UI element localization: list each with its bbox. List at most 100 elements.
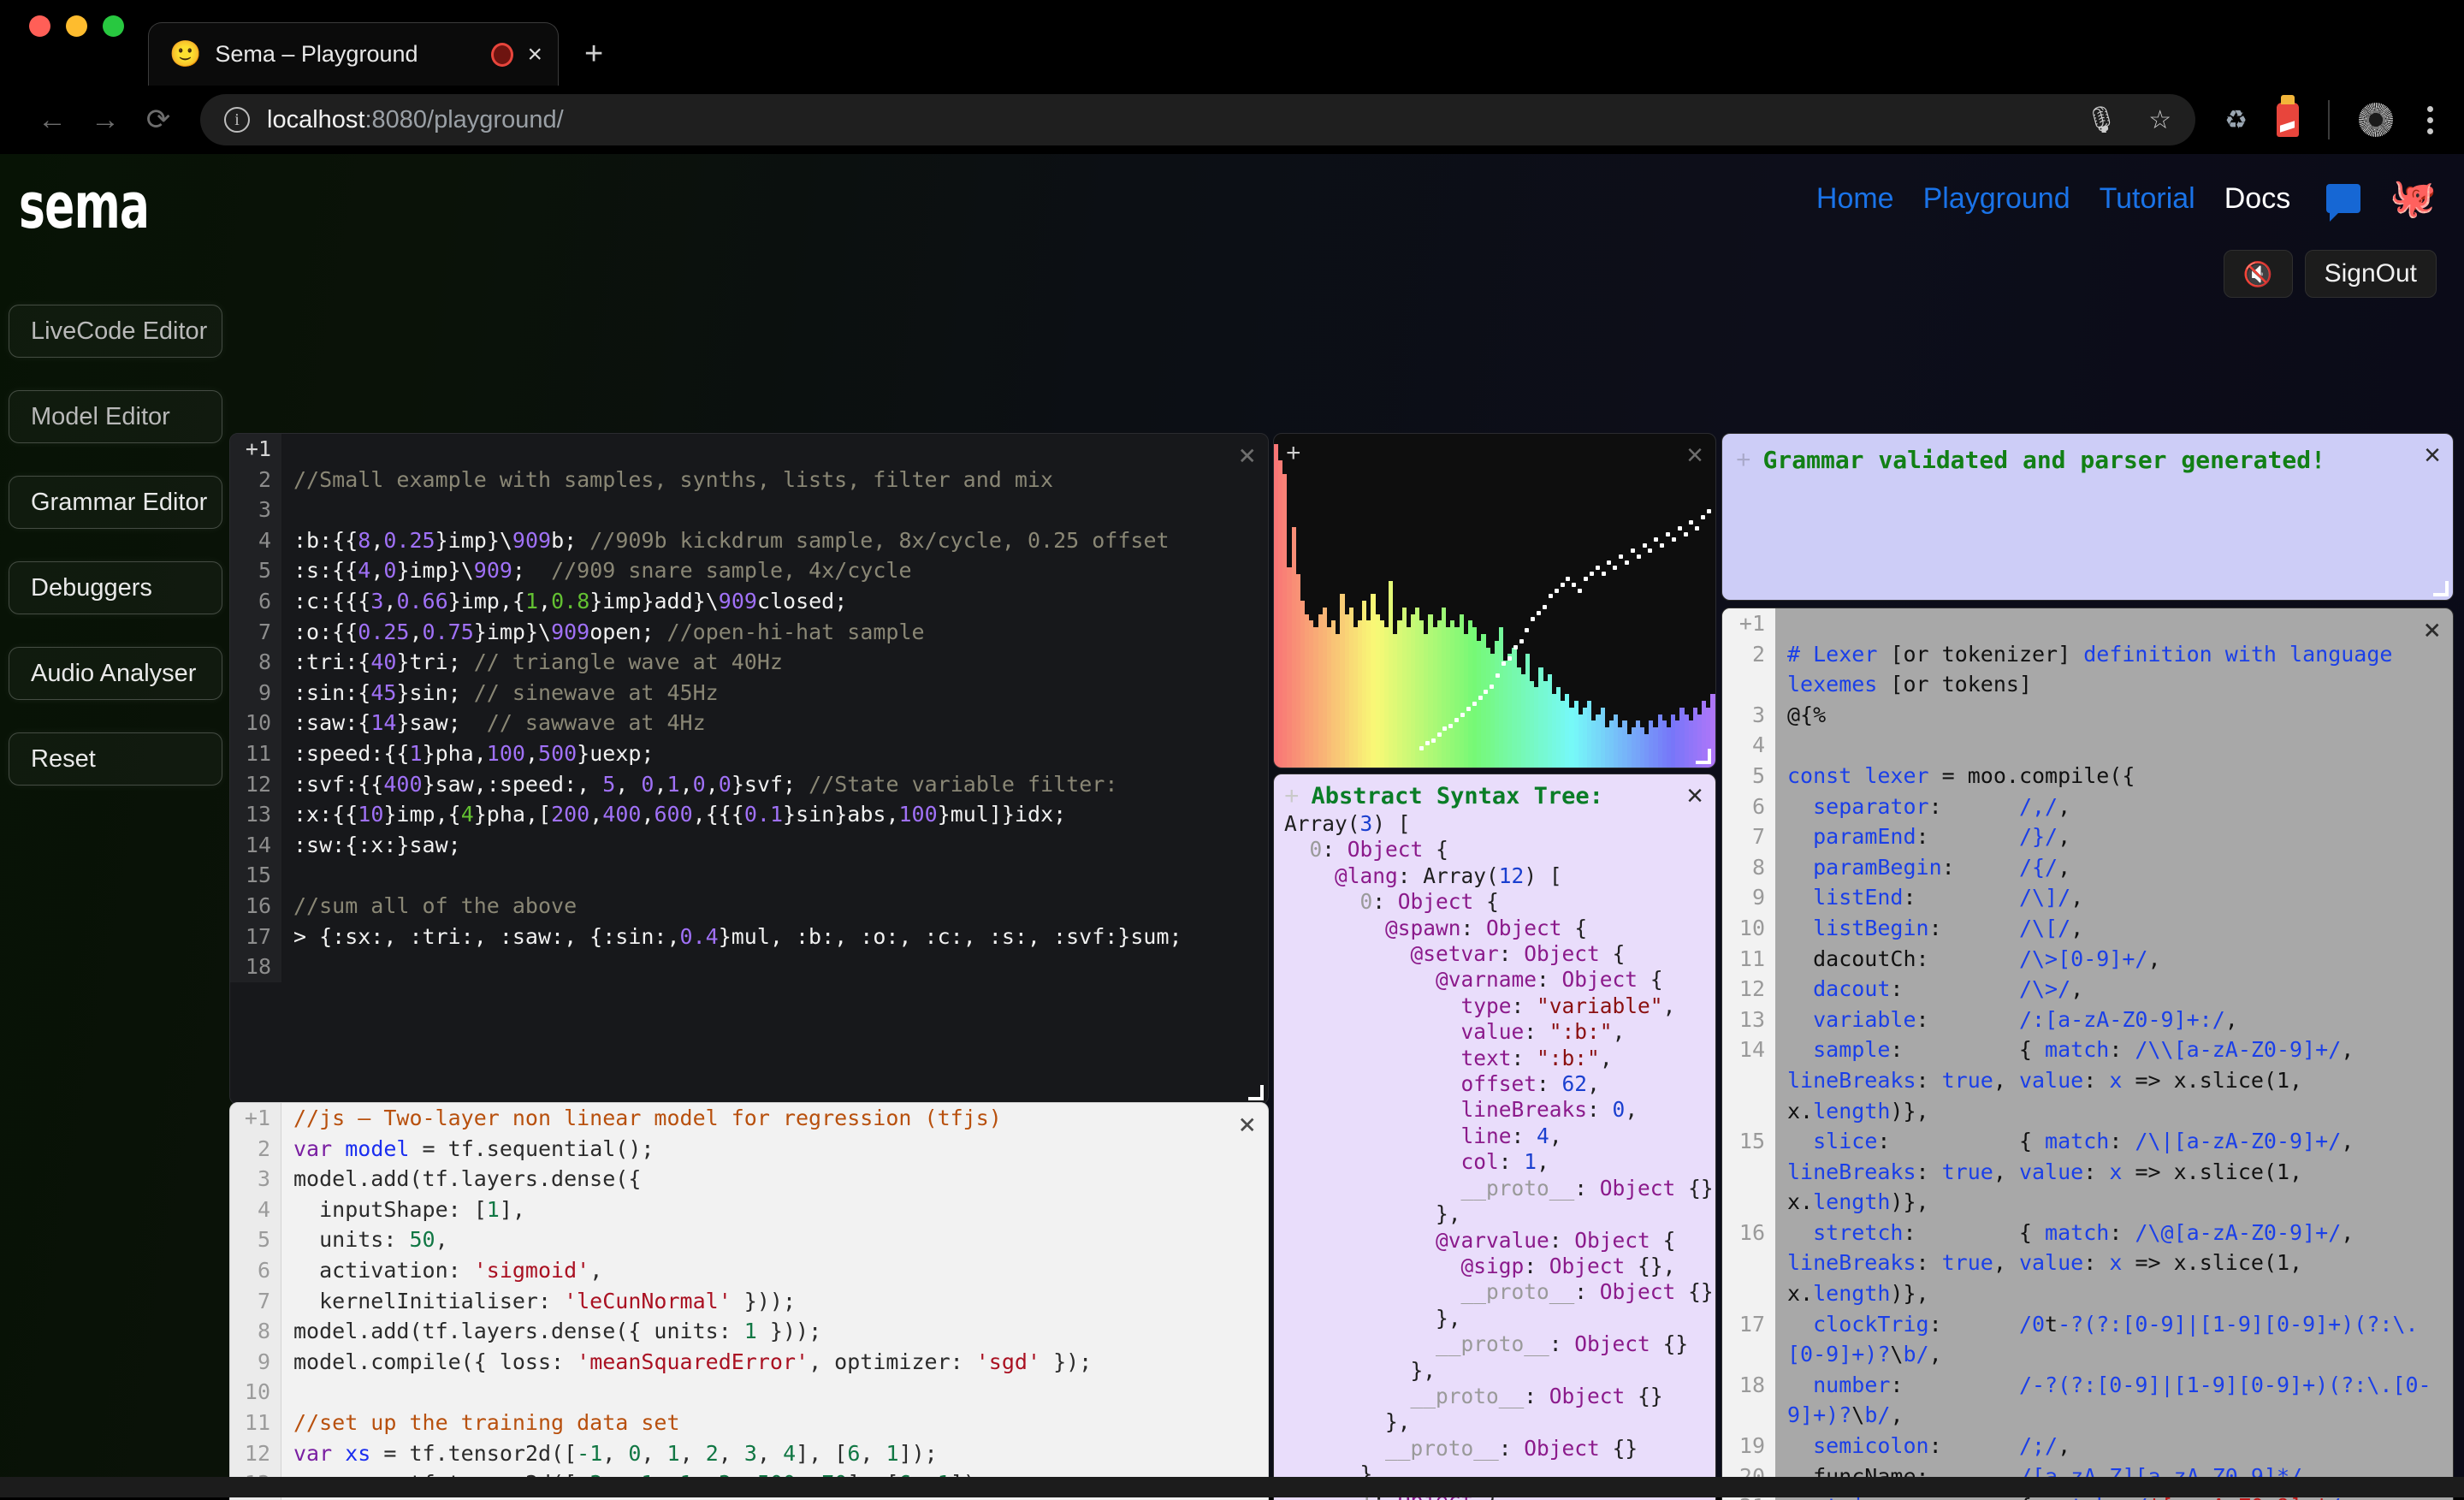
microphone-icon[interactable]: 🎙: [2085, 105, 2118, 135]
site-info-icon[interactable]: i: [224, 107, 250, 133]
livecode-editor-panel[interactable]: × +1 2//Small example with samples, synt…: [229, 433, 1269, 1105]
close-icon[interactable]: ×: [1239, 441, 1256, 470]
code-text[interactable]: units: 50,: [281, 1224, 1268, 1255]
resize-handle[interactable]: [1696, 749, 1711, 764]
code-text[interactable]: [281, 952, 1268, 982]
code-text[interactable]: slice: { match: /\|[a-zA-Z0-9]+/, lineBr…: [1775, 1126, 2453, 1218]
close-icon[interactable]: ×: [1239, 1110, 1256, 1139]
add-panel-icon[interactable]: +: [1284, 783, 1300, 809]
close-icon[interactable]: ×: [2424, 441, 2441, 470]
code-text[interactable]: model.add(tf.layers.dense({: [281, 1164, 1268, 1195]
close-window-button[interactable]: [29, 15, 50, 37]
resize-handle[interactable]: [2433, 581, 2449, 596]
close-icon[interactable]: ×: [2424, 615, 2441, 644]
code-text[interactable]: paramBegin: /{/,: [1775, 852, 2453, 883]
code-text[interactable]: :b:{{8,0.25}imp}\909b; //909b kickdrum s…: [281, 525, 1268, 556]
browser-menu-icon[interactable]: [2422, 101, 2438, 139]
add-panel-icon[interactable]: +: [1736, 447, 1751, 473]
code-text[interactable]: sample: { match: /\\[a-zA-Z0-9]+/, lineB…: [1775, 1035, 2453, 1126]
code-text[interactable]: var xs = tf.tensor2d([-1, 0, 1, 2, 3, 4]…: [281, 1438, 1268, 1469]
code-text[interactable]: [1775, 730, 2453, 761]
code-text[interactable]: [1775, 608, 2453, 639]
code-text[interactable]: :tri:{40}tri; // triangle wave at 40Hz: [281, 647, 1268, 678]
sidebar-item-audio-analyser[interactable]: Audio Analyser: [9, 647, 222, 700]
code-text[interactable]: semicolon: /;/,: [1775, 1431, 2453, 1461]
code-text[interactable]: > {:sx:, :tri:, :saw:, {:sin:,0.4}mul, :…: [281, 922, 1268, 952]
code-text[interactable]: @{%: [1775, 700, 2453, 731]
code-text[interactable]: dacoutCh: /\>[0-9]+/,: [1775, 944, 2453, 975]
code-text[interactable]: listEnd: /\]/,: [1775, 882, 2453, 913]
new-tab-button[interactable]: +: [584, 38, 603, 86]
code-text[interactable]: //sum all of the above: [281, 891, 1268, 922]
mute-button[interactable]: 🔇: [2223, 250, 2293, 298]
ast-panel[interactable]: + Abstract Syntax Tree: × Array(3) [ 0: …: [1273, 774, 1716, 1500]
reload-icon[interactable]: ⟳: [132, 93, 185, 146]
code-text[interactable]: :sin:{45}sin; // sinewave at 45Hz: [281, 678, 1268, 708]
code-text[interactable]: :o:{{0.25,0.75}imp}\909open; //open-hi-h…: [281, 617, 1268, 648]
close-icon[interactable]: ×: [1686, 441, 1703, 470]
code-text[interactable]: number: /-?(?:[0-9]|[1-9][0-9]+)(?:\.[0-…: [1775, 1370, 2453, 1431]
code-text[interactable]: [281, 434, 1268, 465]
close-tab-icon[interactable]: ×: [527, 41, 542, 68]
code-text[interactable]: stretch: { match: /\@[a-zA-Z0-9]+/, line…: [1775, 1218, 2453, 1309]
lighthouse-icon[interactable]: [2277, 95, 2299, 137]
grammar-status-panel[interactable]: + Grammar validated and parser generated…: [1721, 433, 2454, 601]
nav-link-home[interactable]: Home: [1816, 182, 1894, 216]
code-text[interactable]: model.add(tf.layers.dense({ units: 1 }))…: [281, 1316, 1268, 1347]
sidebar-item-grammar-editor[interactable]: Grammar Editor: [9, 476, 222, 529]
back-icon[interactable]: ←: [26, 93, 79, 146]
maximize-window-button[interactable]: [103, 15, 124, 37]
code-text[interactable]: separator: /,/,: [1775, 792, 2453, 822]
sidebar-item-debuggers[interactable]: Debuggers: [9, 561, 222, 614]
code-text[interactable]: :c:{{{3,0.66}imp,{1,0.8}imp}add}\909clos…: [281, 586, 1268, 617]
code-text[interactable]: :speed:{{1}pha,100,500}uexp;: [281, 738, 1268, 769]
code-text[interactable]: variable: /:[a-zA-Z0-9]+:/,: [1775, 1005, 2453, 1035]
browser-tab[interactable]: 🙂 Sema – Playground ×: [148, 22, 559, 86]
sidebar-item-livecode-editor[interactable]: LiveCode Editor: [9, 305, 222, 358]
code-text[interactable]: var model = tf.sequential();: [281, 1134, 1268, 1165]
code-text[interactable]: dacout: /\>/,: [1775, 974, 2453, 1005]
nav-link-tutorial[interactable]: Tutorial: [2100, 182, 2195, 216]
recycle-icon[interactable]: ♻: [2224, 105, 2248, 135]
code-text[interactable]: [281, 860, 1268, 891]
js-model-editor-panel[interactable]: × +1//js — Two-layer non linear model fo…: [229, 1102, 1269, 1500]
forward-icon[interactable]: →: [79, 93, 132, 146]
minimize-window-button[interactable]: [66, 15, 87, 37]
code-text[interactable]: model.compile({ loss: 'meanSquaredError'…: [281, 1347, 1268, 1378]
chat-icon[interactable]: [2326, 184, 2361, 222]
signout-button[interactable]: SignOut: [2304, 250, 2437, 298]
code-text[interactable]: :s:{{4,0}imp}\909; //909 snare sample, 4…: [281, 555, 1268, 586]
code-text[interactable]: paramEnd: /}/,: [1775, 821, 2453, 852]
audio-spectrum-panel[interactable]: + ×: [1273, 433, 1716, 768]
sidebar-item-reset[interactable]: Reset: [9, 732, 222, 786]
grammar-editor-panel[interactable]: × +1 2 # Lexer [or tokenizer] definition …: [1721, 608, 2454, 1500]
close-icon[interactable]: ×: [1686, 781, 1703, 810]
code-text[interactable]: //set up the training data set: [281, 1408, 1268, 1438]
code-text[interactable]: //js — Two-layer non linear model for re…: [281, 1103, 1268, 1134]
code-text[interactable]: inputShape: [1],: [281, 1195, 1268, 1225]
code-text[interactable]: const lexer = moo.compile({: [1775, 761, 2453, 792]
github-icon[interactable]: 🐙: [2390, 180, 2437, 217]
nav-link-docs[interactable]: Docs: [2224, 182, 2290, 216]
code-text[interactable]: :svf:{{400}saw,:speed:, 5, 0,1,0,0}svf; …: [281, 769, 1268, 800]
address-bar[interactable]: i localhost:8080/playground/ 🎙 ☆: [200, 94, 2196, 145]
fuzz-extension-icon[interactable]: [2359, 103, 2393, 137]
code-text[interactable]: :sw:{:x:}saw;: [281, 830, 1268, 861]
add-panel-icon[interactable]: +: [1286, 441, 1301, 466]
code-text[interactable]: [281, 1377, 1268, 1408]
code-text[interactable]: activation: 'sigmoid',: [281, 1255, 1268, 1286]
code-text[interactable]: //Small example with samples, synths, li…: [281, 465, 1268, 495]
code-line: 7 kernelInitialiser: 'leCunNormal' }));: [230, 1285, 1268, 1317]
resize-handle[interactable]: [1248, 1085, 1264, 1100]
app-logo[interactable]: sema: [19, 169, 150, 243]
bookmark-star-icon[interactable]: ☆: [2148, 105, 2171, 135]
nav-link-playground[interactable]: Playground: [1923, 182, 2070, 216]
code-text[interactable]: kernelInitialiser: 'leCunNormal' }));: [281, 1286, 1268, 1317]
code-text[interactable]: clockTrig: /0t-?(?:[0-9]|[1-9][0-9]+)(?:…: [1775, 1309, 2453, 1370]
code-text[interactable]: listBegin: /\[/,: [1775, 913, 2453, 944]
code-text[interactable]: # Lexer [or tokenizer] definition with l…: [1775, 639, 2453, 700]
sidebar-item-model-editor[interactable]: Model Editor: [9, 390, 222, 443]
code-text[interactable]: :x:{{10}imp,{4}pha,[200,400,600,{{{0.1}s…: [281, 799, 1268, 830]
code-text[interactable]: [281, 495, 1268, 525]
code-text[interactable]: :saw:{14}saw; // sawwave at 4Hz: [281, 708, 1268, 738]
